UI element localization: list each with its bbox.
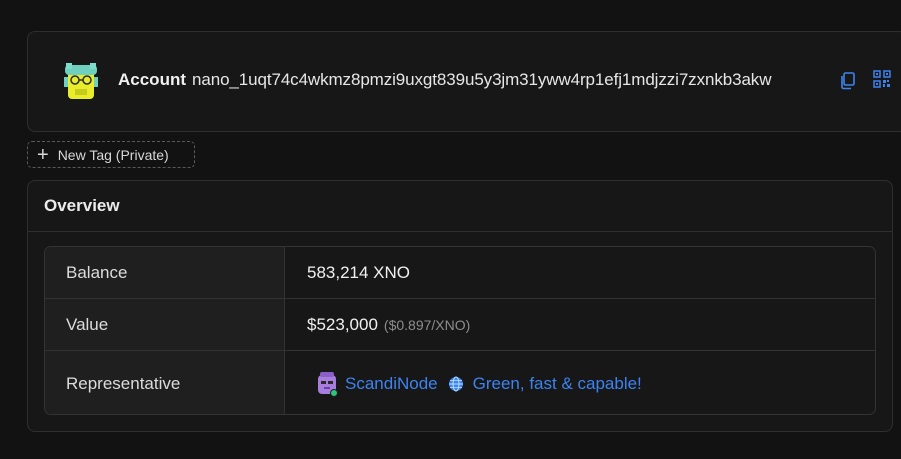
plus-icon: + (37, 143, 49, 166)
account-avatar-icon (64, 63, 98, 99)
table-row: Balance 583,214 XNO (45, 247, 875, 299)
overview-panel: Overview Balance 583,214 XNO Value $523,… (27, 180, 893, 432)
representative-label: Representative (45, 351, 285, 414)
value-amount: $523,000 (307, 314, 378, 334)
globe-icon (448, 376, 463, 391)
balance-value: 583,214 XNO (307, 262, 411, 282)
value-price: ($0.897/XNO) (383, 316, 471, 333)
account-line: Account nano_1uqt74c4wkmz8pmzi9uxgt839u5… (118, 70, 771, 90)
value-label: Value (45, 299, 285, 350)
representative-avatar-icon (318, 371, 338, 397)
new-tag-label: New Tag (Private) (57, 146, 169, 163)
balance-label: Balance (45, 247, 285, 298)
account-address[interactable]: nano_1uqt74c4wkmz8pmzi9uxgt839u5y3jm31yw… (192, 70, 771, 90)
overview-title: Overview (28, 181, 892, 232)
representative-description[interactable]: Green, fast & capable! (473, 374, 642, 394)
representative-link[interactable]: ScandiNode (345, 374, 438, 394)
table-row: Representative ScandiNode Green, fast & … (45, 351, 875, 414)
account-card: Account nano_1uqt74c4wkmz8pmzi9uxgt839u5… (27, 31, 901, 132)
overview-table: Balance 583,214 XNO Value $523,000 ($0.8… (44, 246, 876, 415)
value-cell: $523,000 ($0.897/XNO) (285, 299, 875, 350)
copy-icon[interactable] (839, 72, 855, 90)
qr-code-icon[interactable] (873, 70, 891, 88)
representative-cell: ScandiNode Green, fast & capable! (285, 351, 875, 414)
new-tag-button[interactable]: + New Tag (Private) (27, 141, 195, 168)
table-row: Value $523,000 ($0.897/XNO) (45, 299, 875, 351)
account-label: Account (118, 70, 186, 89)
